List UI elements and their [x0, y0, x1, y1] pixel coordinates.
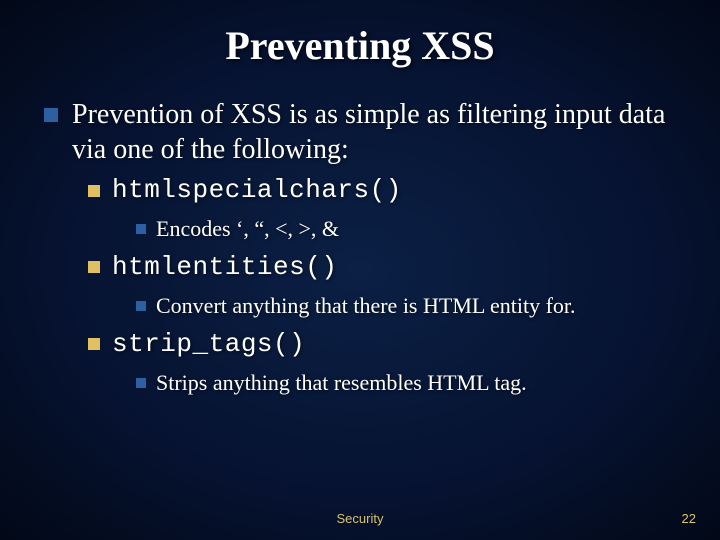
- intro-text: Prevention of XSS is as simple as filter…: [72, 97, 686, 167]
- square-bullet-icon: [88, 185, 100, 197]
- slide-body: Prevention of XSS is as simple as filter…: [0, 97, 720, 397]
- page-number: 22: [682, 511, 696, 526]
- bullet-desc-2: Strips anything that resembles HTML tag.: [136, 368, 686, 398]
- bullet-fn-2: strip_tags(): [88, 327, 686, 362]
- square-bullet-icon: [88, 338, 100, 350]
- fn-desc: Strips anything that resembles HTML tag.: [156, 368, 527, 398]
- slide: Preventing XSS Prevention of XSS is as s…: [0, 0, 720, 540]
- square-bullet-icon: [136, 301, 146, 311]
- bullet-desc-0: Encodes ‘, “, <, >, &: [136, 214, 686, 244]
- bullet-fn-1: htmlentities(): [88, 250, 686, 285]
- square-bullet-icon: [88, 261, 100, 273]
- fn-desc: Encodes ‘, “, <, >, &: [156, 214, 339, 244]
- fn-name: htmlentities(): [112, 250, 337, 285]
- square-bullet-icon: [136, 224, 146, 234]
- bullet-intro: Prevention of XSS is as simple as filter…: [44, 97, 686, 167]
- slide-title: Preventing XSS: [0, 0, 720, 69]
- square-bullet-icon: [44, 108, 58, 122]
- bullet-fn-0: htmlspecialchars(): [88, 173, 686, 208]
- fn-name: htmlspecialchars(): [112, 173, 402, 208]
- fn-desc: Convert anything that there is HTML enti…: [156, 291, 576, 321]
- bullet-desc-1: Convert anything that there is HTML enti…: [136, 291, 686, 321]
- square-bullet-icon: [136, 378, 146, 388]
- fn-name: strip_tags(): [112, 327, 305, 362]
- footer-label: Security: [0, 511, 720, 526]
